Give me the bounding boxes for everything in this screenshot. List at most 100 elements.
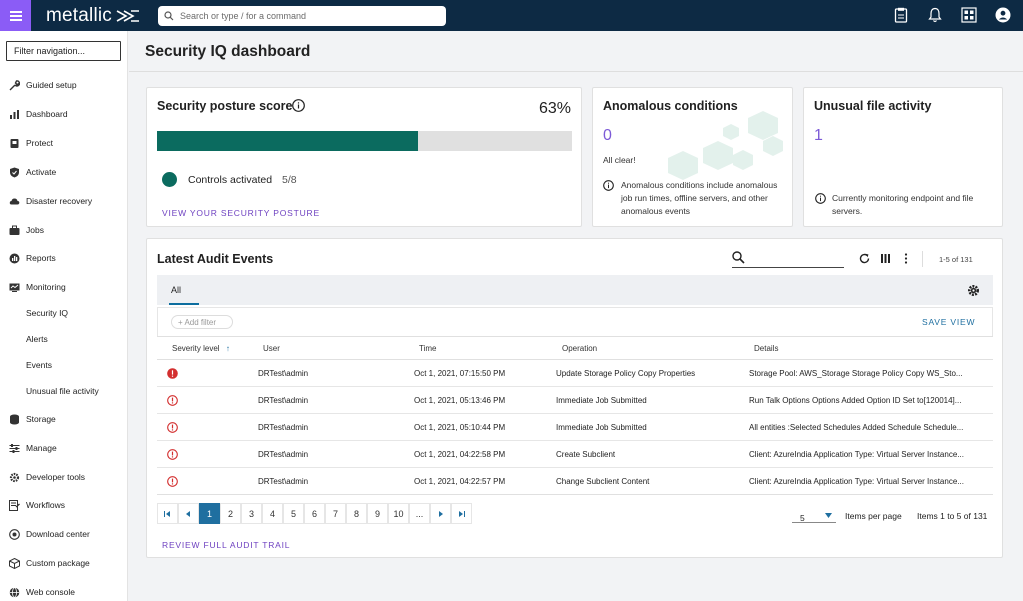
cell-operation: Immediate Job Submitted: [556, 396, 647, 405]
first-page-button[interactable]: [157, 503, 178, 524]
anomalous-conditions-card: Anomalous conditions 0 All clear! Anomal…: [592, 87, 793, 227]
menu-icon[interactable]: [0, 0, 31, 31]
next-page-button[interactable]: [430, 503, 451, 524]
settings-gear-icon[interactable]: [967, 284, 980, 297]
search-icon: [164, 11, 174, 21]
user-avatar-icon[interactable]: [993, 5, 1013, 25]
column-header-severity[interactable]: Severity level ↑: [172, 344, 230, 353]
page-button-2[interactable]: 2: [220, 503, 241, 524]
cell-details: Run Talk Options Options Added Option ID…: [749, 396, 962, 405]
sidebar-item-label: Monitoring: [26, 282, 66, 292]
column-header-user[interactable]: User: [263, 344, 280, 353]
shield-icon: [9, 167, 20, 178]
sidebar-subitem-alerts[interactable]: Alerts: [26, 334, 48, 344]
sidebar-item-reports[interactable]: Reports: [9, 251, 56, 265]
review-full-audit-trail-link[interactable]: REVIEW FULL AUDIT TRAIL: [162, 540, 290, 550]
page-button-8[interactable]: 8: [346, 503, 367, 524]
audit-title: Latest Audit Events: [157, 252, 274, 266]
items-summary: Items 1 to 5 of 131: [917, 511, 988, 521]
sidebar-item-guided-setup[interactable]: Guided setup: [9, 78, 77, 92]
column-header-details[interactable]: Details: [754, 344, 778, 353]
page-ellipsis[interactable]: ...: [409, 503, 430, 524]
anomalous-count[interactable]: 0: [603, 127, 612, 145]
tab-all[interactable]: All: [171, 285, 181, 295]
cell-operation: Immediate Job Submitted: [556, 423, 647, 432]
global-search[interactable]: [158, 6, 446, 26]
table-row[interactable]: DRTest\admin Oct 1, 2021, 04:22:57 PM Ch…: [157, 468, 993, 495]
column-header-operation[interactable]: Operation: [562, 344, 597, 353]
info-icon[interactable]: [292, 99, 305, 112]
table-row[interactable]: DRTest\admin Oct 1, 2021, 05:13:46 PM Im…: [157, 387, 993, 414]
sidebar-item-storage[interactable]: Storage: [9, 412, 56, 426]
unusual-note: Currently monitoring endpoint and file s…: [832, 193, 974, 216]
info-icon: [815, 193, 826, 204]
sidebar-item-web-console[interactable]: Web console: [9, 585, 75, 599]
sidebar-item-monitoring[interactable]: Monitoring: [9, 280, 66, 294]
cell-user: DRTest\admin: [258, 369, 309, 378]
sidebar-item-workflows[interactable]: Workflows: [9, 498, 65, 512]
unusual-count[interactable]: 1: [814, 127, 823, 145]
previous-page-button[interactable]: [178, 503, 199, 524]
search-icon: [732, 251, 745, 264]
page-button-3[interactable]: 3: [241, 503, 262, 524]
columns-icon[interactable]: [881, 254, 890, 263]
sidebar-item-custom-package[interactable]: Custom package: [9, 556, 90, 570]
refresh-icon[interactable]: [859, 253, 870, 264]
chevron-down-icon: [825, 513, 832, 518]
view-security-posture-link[interactable]: VIEW YOUR SECURITY POSTURE: [162, 208, 320, 218]
save-view-button[interactable]: SAVE VIEW: [922, 317, 975, 327]
sidebar-subitem-events[interactable]: Events: [26, 360, 52, 370]
cell-operation: Create Subclient: [556, 450, 616, 459]
download-icon: [9, 528, 20, 540]
audit-search-field[interactable]: [732, 249, 844, 268]
sidebar: Filter navigation... Guided setup Dashbo…: [0, 31, 128, 601]
page-button-4[interactable]: 4: [262, 503, 283, 524]
table-row[interactable]: DRTest\admin Oct 1, 2021, 07:15:50 PM Up…: [157, 360, 993, 387]
sidebar-item-activate[interactable]: Activate: [9, 165, 56, 179]
clipboard-icon[interactable]: [891, 5, 911, 25]
sidebar-subitem-security-iq[interactable]: Security IQ: [26, 308, 68, 318]
page-button-1[interactable]: 1: [199, 503, 220, 524]
unusual-title: Unusual file activity: [814, 99, 932, 113]
posture-percent: 63%: [538, 100, 571, 117]
sort-ascending-icon: ↑: [225, 344, 230, 353]
add-filter-button[interactable]: + Add filter: [171, 315, 233, 329]
last-page-button[interactable]: [451, 503, 472, 524]
table-row[interactable]: DRTest\admin Oct 1, 2021, 05:10:44 PM Im…: [157, 414, 993, 441]
cloud-icon: [9, 196, 20, 207]
cell-details: All entities :Selected Schedules Added S…: [749, 423, 964, 432]
sidebar-item-disaster-recovery[interactable]: Disaster recovery: [9, 194, 92, 208]
sidebar-item-label: Reports: [26, 253, 56, 263]
warning-severity-icon: [167, 476, 178, 487]
sidebar-item-dashboard[interactable]: Dashboard: [9, 107, 68, 121]
page-button-7[interactable]: 7: [325, 503, 346, 524]
more-options-icon[interactable]: [904, 253, 908, 264]
sidebar-item-protect[interactable]: Protect: [9, 136, 53, 150]
table-row[interactable]: DRTest\admin Oct 1, 2021, 04:22:58 PM Cr…: [157, 441, 993, 468]
apps-icon[interactable]: [959, 5, 979, 25]
cell-time: Oct 1, 2021, 04:22:57 PM: [414, 477, 506, 486]
posture-progress-bar: [157, 131, 572, 151]
items-per-page-select[interactable]: 5: [792, 503, 836, 523]
sidebar-item-label: Jobs: [26, 225, 44, 235]
page-button-6[interactable]: 6: [304, 503, 325, 524]
bell-icon[interactable]: [925, 5, 945, 25]
workflow-icon: [9, 499, 20, 511]
brand-logo[interactable]: metallic: [46, 4, 140, 28]
sidebar-item-manage[interactable]: Manage: [9, 441, 57, 455]
sidebar-item-jobs[interactable]: Jobs: [9, 223, 44, 237]
warning-severity-icon: [167, 422, 178, 433]
filter-navigation-input[interactable]: Filter navigation...: [6, 41, 121, 61]
column-header-time[interactable]: Time: [419, 344, 436, 353]
page-button-9[interactable]: 9: [367, 503, 388, 524]
cell-user: DRTest\admin: [258, 396, 309, 405]
page-button-5[interactable]: 5: [283, 503, 304, 524]
sidebar-subitem-unusual-file-activity[interactable]: Unusual file activity: [26, 386, 99, 396]
search-input[interactable]: [180, 11, 430, 21]
page-button-10[interactable]: 10: [388, 503, 409, 524]
cell-operation: Change Subclient Content: [556, 477, 650, 486]
cell-details: Storage Pool: AWS_Storage Storage Policy…: [749, 369, 963, 378]
controls-activated-label: Controls activated: [188, 174, 273, 186]
sidebar-item-download-center[interactable]: Download center: [9, 527, 90, 541]
sidebar-item-developer-tools[interactable]: Developer tools: [9, 470, 85, 484]
